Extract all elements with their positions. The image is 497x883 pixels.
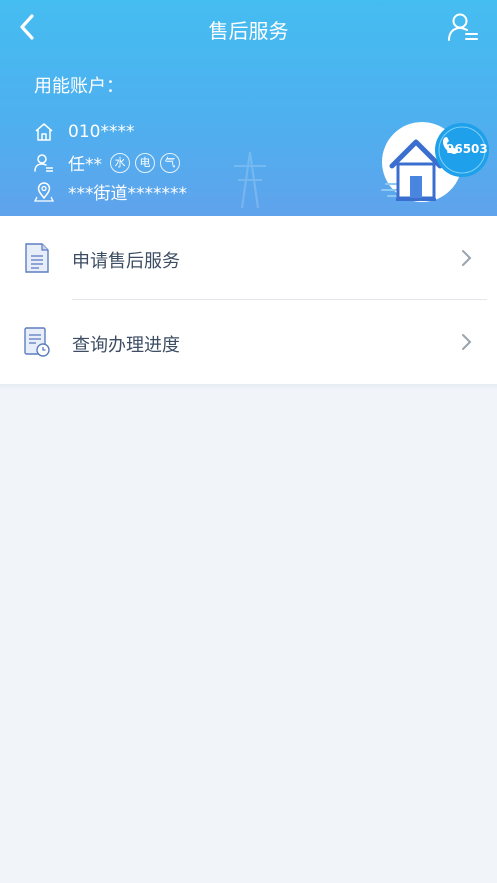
- account-label: 用能账户：: [34, 76, 124, 97]
- hotline-number: 96503: [446, 142, 488, 156]
- electric-badge: 电: [135, 152, 155, 173]
- account-address-row: ***街道*******: [34, 179, 187, 204]
- document-icon: [25, 243, 49, 273]
- menu-item-apply-service[interactable]: 申请售后服务: [0, 216, 497, 300]
- account-number: 010****: [68, 122, 135, 142]
- chevron-right-icon: [462, 334, 472, 350]
- power-tower-watermark: [234, 151, 266, 209]
- menu-label-apply: 申请售后服务: [72, 251, 180, 272]
- chevron-right-icon: [462, 250, 472, 266]
- gas-badge: 气: [160, 152, 180, 173]
- water-badge: 水: [110, 152, 130, 173]
- document-clock-icon: [24, 327, 50, 357]
- page-title: 售后服务: [208, 19, 289, 43]
- person-icon: [34, 153, 53, 172]
- house-hotline-illustration[interactable]: [378, 114, 492, 210]
- account-name-row: 任** 水 电 气: [34, 150, 180, 175]
- menu-label-query: 查询办理进度: [72, 335, 180, 356]
- list-shadow: [0, 384, 497, 390]
- account-address: ***街道*******: [68, 184, 187, 204]
- home-icon: [35, 123, 53, 141]
- service-menu: 申请售后服务 查询办理进度: [0, 216, 497, 384]
- account-number-row: 010****: [34, 122, 134, 142]
- menu-item-query-progress[interactable]: 查询办理进度: [0, 300, 497, 384]
- account-name: 任**: [68, 155, 102, 175]
- header: 售后服务 用能账户： 010**** 任** 水 电 气 ***街道******…: [0, 0, 497, 216]
- location-pin-icon: [34, 181, 54, 202]
- top-bar: 售后服务: [0, 0, 497, 56]
- user-menu-button[interactable]: [447, 11, 479, 43]
